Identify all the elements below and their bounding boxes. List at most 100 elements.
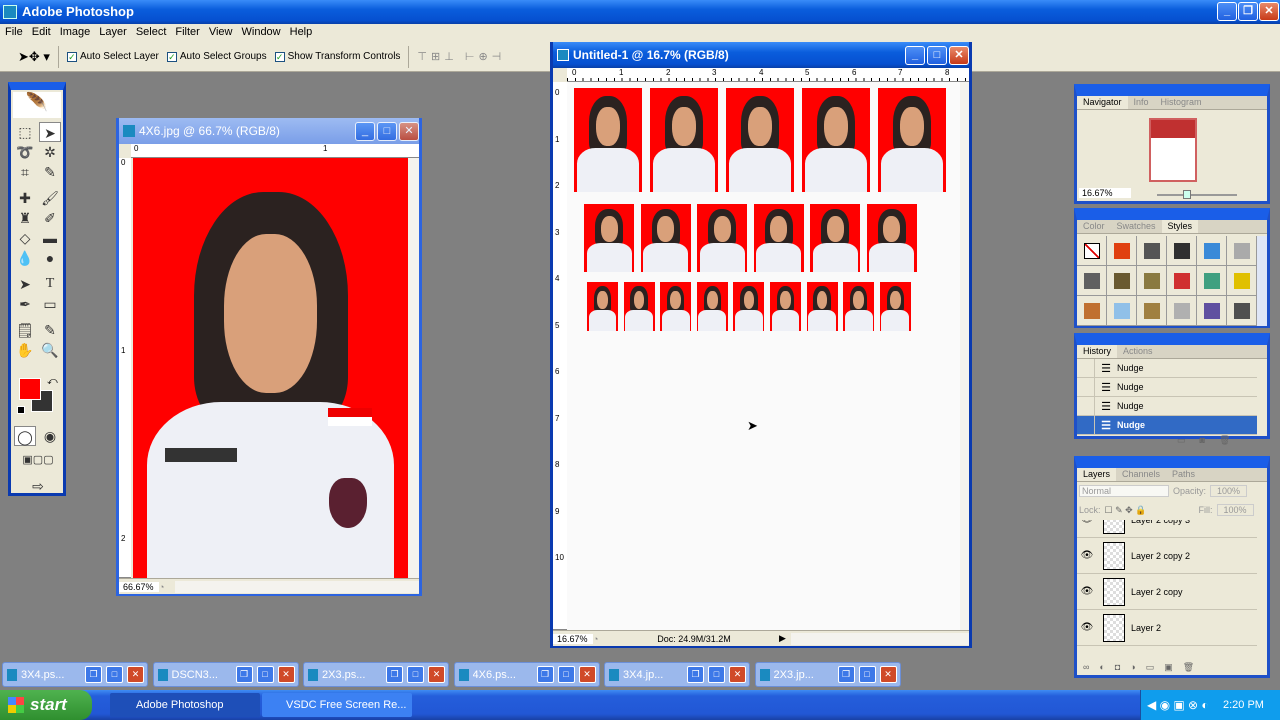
minimized-close-button[interactable]: ✕ xyxy=(879,666,897,683)
align-buttons-icon[interactable]: ⊤⊞⊥ ⊢⊕⊣ xyxy=(417,50,505,63)
path-selection-icon[interactable]: ➤ xyxy=(14,274,36,294)
style-swatch[interactable] xyxy=(1167,296,1197,326)
passport-photo[interactable] xyxy=(810,204,860,272)
style-swatch[interactable] xyxy=(1077,236,1107,266)
tab-layers[interactable]: Layers xyxy=(1077,468,1117,481)
minimized-document[interactable]: DSCN3... ❐ □ ✕ xyxy=(152,662,299,687)
minimized-close-button[interactable]: ✕ xyxy=(428,666,445,683)
style-swatch[interactable] xyxy=(1167,236,1197,266)
minimized-close-button[interactable]: ✕ xyxy=(578,666,596,683)
eye-icon[interactable]: 👁 xyxy=(1077,622,1097,633)
menu-help[interactable]: Help xyxy=(287,24,319,42)
minimized-maximize-button[interactable]: □ xyxy=(407,666,424,683)
doc-maximize-button[interactable]: □ xyxy=(377,122,397,141)
passport-photo[interactable] xyxy=(640,204,691,272)
history-brush-source[interactable] xyxy=(1077,359,1095,377)
menu-file[interactable]: File xyxy=(2,24,29,42)
passport-photo[interactable] xyxy=(866,204,917,272)
status-menu-icon[interactable]: ◔ xyxy=(159,582,175,592)
quick-mask-icon[interactable]: ◉ xyxy=(39,426,61,446)
tab-styles[interactable]: Styles xyxy=(1161,220,1199,233)
tab-swatches[interactable]: Swatches xyxy=(1111,220,1162,233)
minimized-document[interactable]: 4X6.ps... ❐ □ ✕ xyxy=(453,662,600,687)
h-scrollbar[interactable] xyxy=(791,632,969,645)
style-swatch[interactable] xyxy=(1077,296,1107,326)
style-swatch[interactable] xyxy=(1137,296,1167,326)
menu-layer[interactable]: Layer xyxy=(96,24,133,42)
passport-photo[interactable] xyxy=(697,204,747,272)
lock-icons[interactable]: ☐ ✎ ✥ 🔒 xyxy=(1105,505,1175,516)
marquee-tool-icon[interactable]: ⬚ xyxy=(14,122,36,142)
history-brush-icon[interactable]: ✐ xyxy=(39,208,61,228)
minimized-close-button[interactable]: ✕ xyxy=(127,666,144,683)
swap-colors-icon[interactable]: ⤺ xyxy=(47,376,58,387)
style-swatch[interactable] xyxy=(1197,296,1227,326)
eye-icon[interactable]: 👁 xyxy=(1077,586,1097,597)
status-arrow-icon[interactable]: ▶ xyxy=(779,633,791,644)
v-scrollbar[interactable] xyxy=(960,82,969,630)
passport-photo[interactable] xyxy=(879,282,911,331)
lasso-tool-icon[interactable]: ➰ xyxy=(14,142,36,162)
passport-photo[interactable] xyxy=(726,88,794,192)
move-tool-preset-icon[interactable]: ➤✥ ▾ xyxy=(18,49,50,65)
style-swatch[interactable] xyxy=(1137,236,1167,266)
clone-stamp-icon[interactable]: ♜ xyxy=(14,208,36,228)
minimized-document[interactable]: 3X4.ps... ❐ □ ✕ xyxy=(2,662,148,687)
menu-view[interactable]: View xyxy=(206,24,239,42)
minimized-restore-button[interactable]: ❐ xyxy=(235,666,253,683)
minimized-maximize-button[interactable]: □ xyxy=(858,666,876,683)
style-swatch[interactable] xyxy=(1107,236,1137,266)
menu-select[interactable]: Select xyxy=(133,24,173,42)
h-scrollbar[interactable] xyxy=(175,580,419,593)
minimized-maximize-button[interactable]: □ xyxy=(106,666,123,683)
pen-tool-icon[interactable]: ✒ xyxy=(14,294,36,314)
passport-photo[interactable] xyxy=(584,204,634,272)
tab-histogram[interactable]: Histogram xyxy=(1155,96,1208,109)
zoom-level[interactable]: 16.67% xyxy=(553,633,593,644)
taskbar-item-vsdc[interactable]: VSDC Free Screen Re... xyxy=(262,693,412,717)
tab-channels[interactable]: Channels xyxy=(1116,468,1166,481)
passport-photo[interactable] xyxy=(696,282,728,331)
document-window-untitled[interactable]: Untitled-1 @ 16.7% (RGB/8) _ □ ✕ 0 1 2 3… xyxy=(550,42,972,648)
slider-thumb[interactable] xyxy=(1183,190,1191,199)
opacity-field[interactable]: 100% xyxy=(1210,485,1248,497)
restore-button[interactable]: ❐ xyxy=(1238,2,1258,21)
standard-mode-icon[interactable]: ◯ xyxy=(14,426,36,446)
history-item[interactable]: ☰ Nudge xyxy=(1077,378,1257,397)
minimized-close-button[interactable]: ✕ xyxy=(729,666,746,683)
minimized-document[interactable]: 2X3.jp... ❐ □ ✕ xyxy=(754,662,901,687)
tab-paths[interactable]: Paths xyxy=(1166,468,1201,481)
taskbar-item-photoshop[interactable]: Adobe Photoshop xyxy=(110,693,260,717)
minimized-restore-button[interactable]: ❐ xyxy=(687,666,704,683)
minimized-maximize-button[interactable]: □ xyxy=(557,666,575,683)
brush-tool-icon[interactable]: 🖌 xyxy=(39,188,61,208)
auto-select-groups-checkbox[interactable]: ✓ Auto Select Groups xyxy=(166,51,267,62)
start-button[interactable]: start xyxy=(0,690,92,720)
doc-minimize-button[interactable]: _ xyxy=(905,46,925,65)
minimize-button[interactable]: _ xyxy=(1217,2,1237,21)
doc-close-button[interactable]: ✕ xyxy=(399,122,419,141)
history-item[interactable]: ☰ Nudge xyxy=(1077,416,1257,435)
type-tool-icon[interactable]: T xyxy=(39,274,61,294)
navigator-thumbnail[interactable] xyxy=(1149,118,1197,182)
style-swatch[interactable] xyxy=(1107,296,1137,326)
screen-mode-icon[interactable]: ▣▢▢ xyxy=(14,450,62,470)
menu-image[interactable]: Image xyxy=(57,24,97,42)
menu-filter[interactable]: Filter xyxy=(172,24,205,42)
eyedropper-icon[interactable]: ✎ xyxy=(39,320,61,340)
status-menu-icon[interactable]: ◔ xyxy=(593,634,609,644)
minimized-restore-button[interactable]: ❐ xyxy=(85,666,102,683)
v-scrollbar[interactable] xyxy=(408,158,419,578)
minimized-document[interactable]: 3X4.jp... ❐ □ ✕ xyxy=(604,662,750,687)
passport-photo[interactable] xyxy=(843,282,875,331)
history-brush-source[interactable] xyxy=(1077,416,1095,434)
doc-minimize-button[interactable]: _ xyxy=(355,122,375,141)
navigator-zoom-slider[interactable] xyxy=(1157,190,1237,199)
minimized-close-button[interactable]: ✕ xyxy=(277,666,295,683)
fill-field[interactable]: 100% xyxy=(1216,504,1254,516)
slice-tool-icon[interactable]: ✎ xyxy=(39,162,61,182)
passport-photo[interactable] xyxy=(650,88,718,192)
style-swatch[interactable] xyxy=(1197,266,1227,296)
history-footer-icons[interactable]: ▭◙🗑 xyxy=(1177,435,1244,446)
style-swatch[interactable] xyxy=(1197,236,1227,266)
